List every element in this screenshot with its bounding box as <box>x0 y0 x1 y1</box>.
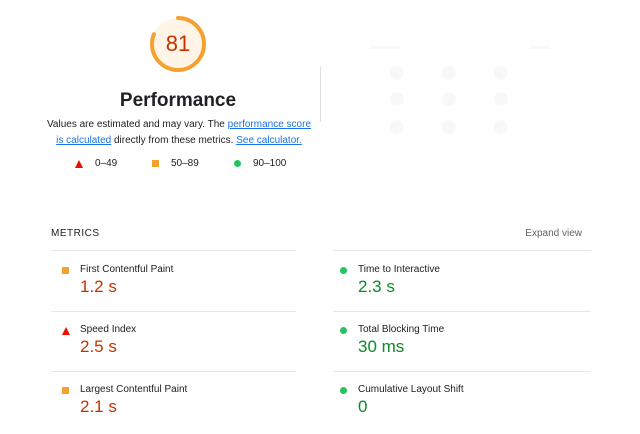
square-icon <box>62 267 69 274</box>
metric-value: 2.3 s <box>358 277 395 296</box>
expand-view-button[interactable]: Expand view <box>525 228 582 239</box>
performance-title: Performance <box>119 90 237 111</box>
divider <box>51 250 296 251</box>
metrics-header: METRICS <box>51 228 100 239</box>
triangle-icon <box>75 159 83 168</box>
square-icon <box>152 160 159 167</box>
legend-label: 90–100 <box>253 158 287 169</box>
legend-label: 0–49 <box>95 158 118 169</box>
metric-value: 2.5 s <box>80 337 117 356</box>
metric-value: 2.1 s <box>80 397 117 416</box>
description-text-middle: directly from these metrics. <box>111 135 237 146</box>
metric-largest-contentful-paint: Largest Contentful Paint 2.1 s <box>62 384 292 434</box>
legend-label: 50–89 <box>171 158 199 169</box>
metric-name: Time to Interactive <box>358 264 440 275</box>
metric-name: Total Blocking Time <box>358 324 445 335</box>
vertical-divider <box>320 66 321 122</box>
score-legend: 0–49 50–89 90–100 <box>0 158 356 174</box>
circle-icon <box>234 160 241 167</box>
metric-first-contentful-paint: First Contentful Paint 1.2 s <box>62 264 292 314</box>
metric-name: Cumulative Layout Shift <box>358 384 464 395</box>
divider <box>333 250 591 251</box>
metric-value: 1.2 s <box>80 277 117 296</box>
legend-item-fail: 0–49 <box>75 158 117 169</box>
legend-item-average: 50–89 <box>152 158 199 169</box>
metric-speed-index: Speed Index 2.5 s <box>62 324 292 374</box>
circle-icon <box>340 267 347 274</box>
metric-name: Speed Index <box>80 324 137 335</box>
calculator-link[interactable]: See calculator. <box>236 135 302 146</box>
metric-name: Largest Contentful Paint <box>80 384 188 395</box>
metric-value: 0 <box>358 397 368 416</box>
circle-icon <box>340 327 347 334</box>
square-icon <box>62 387 69 394</box>
legend-item-pass: 90–100 <box>234 158 286 169</box>
performance-description: Values are estimated and may vary. The p… <box>46 117 312 149</box>
metric-cumulative-layout-shift: Cumulative Layout Shift 0 <box>340 384 570 434</box>
circle-icon <box>340 387 347 394</box>
performance-gauge: 81 <box>148 14 208 74</box>
metric-name: First Contentful Paint <box>80 264 174 275</box>
page-screenshot-thumbnail[interactable] <box>350 40 570 150</box>
metric-time-to-interactive: Time to Interactive 2.3 s <box>340 264 570 314</box>
metric-value: 30 ms <box>358 337 405 356</box>
performance-score: 81 <box>165 31 191 56</box>
metric-total-blocking-time: Total Blocking Time 30 ms <box>340 324 570 374</box>
triangle-icon <box>62 327 70 335</box>
description-text-prefix: Values are estimated and may vary. The <box>46 119 228 130</box>
